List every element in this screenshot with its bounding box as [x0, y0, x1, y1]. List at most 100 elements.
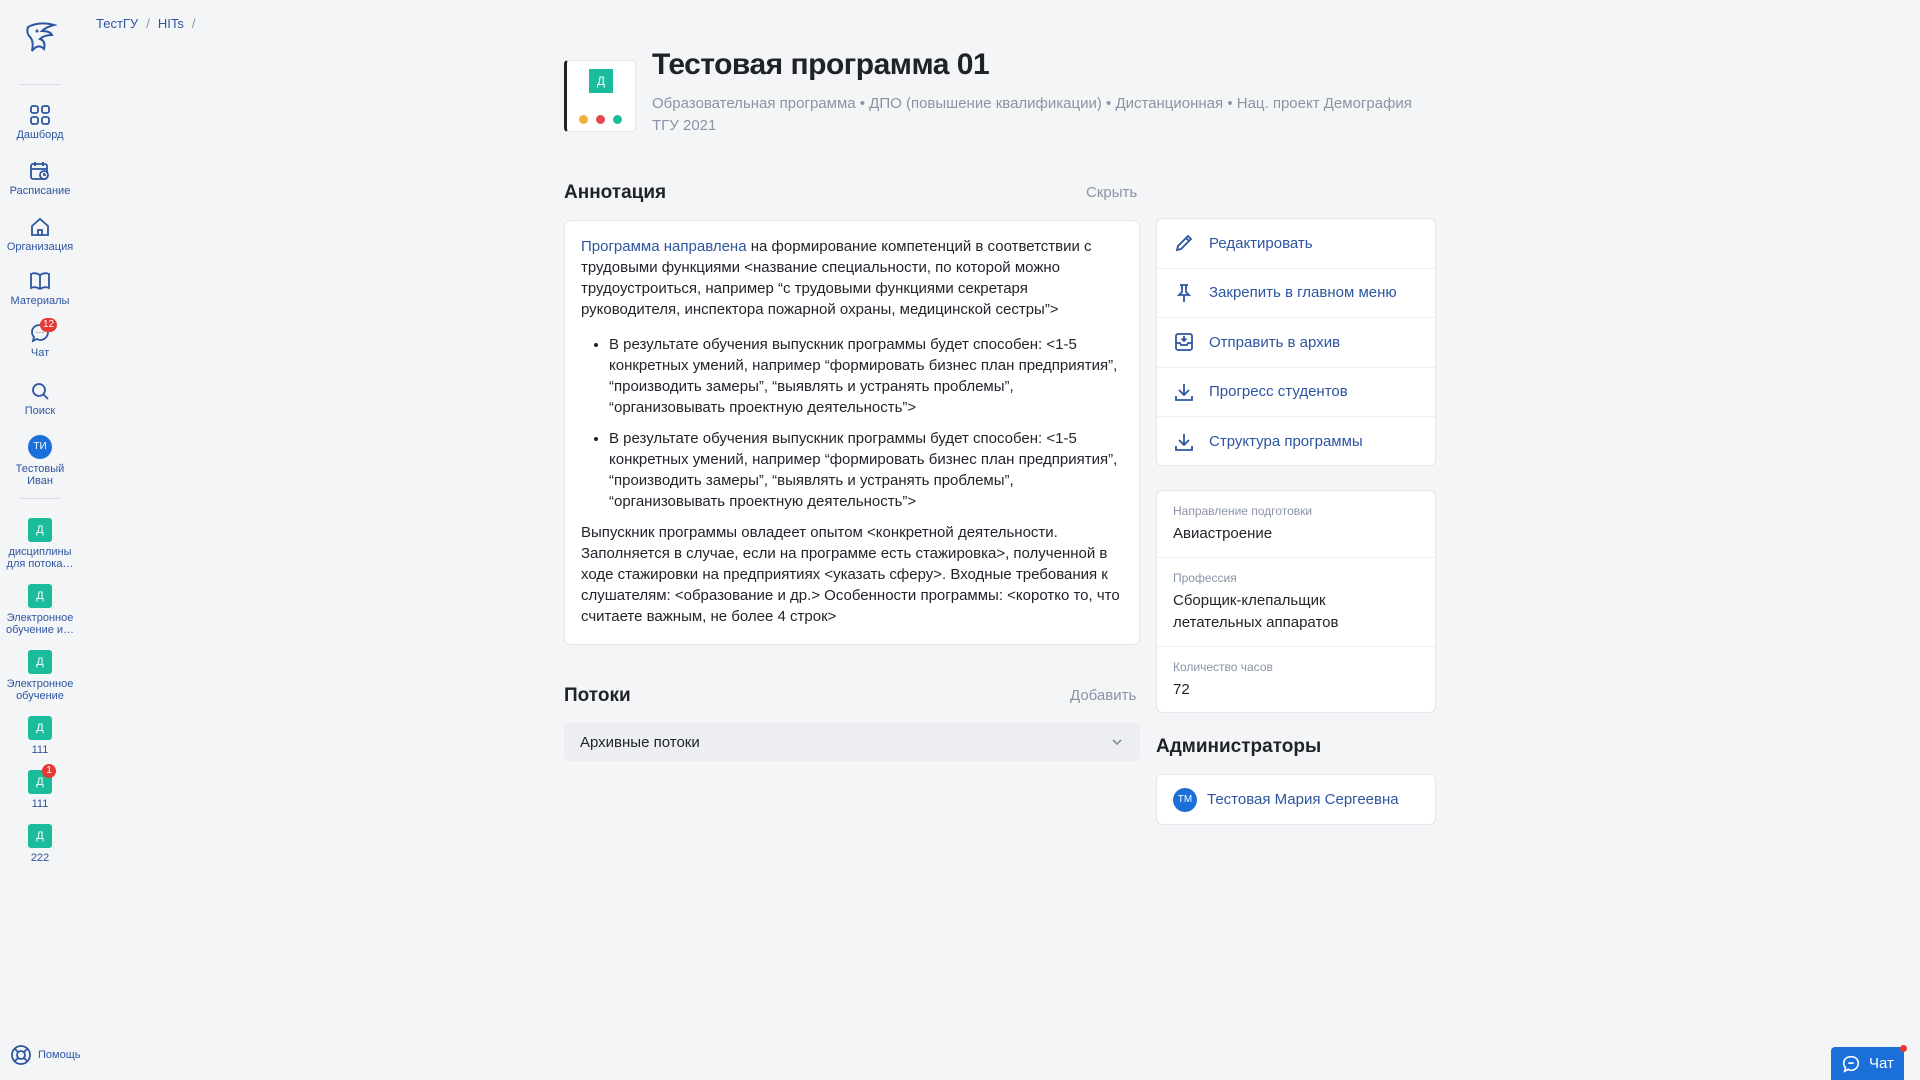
grid-icon	[30, 105, 50, 125]
page-title: Тестовая программа 01	[652, 48, 990, 81]
nav-schedule[interactable]: Расписание	[0, 160, 80, 197]
admins-heading: Администраторы	[1156, 736, 1322, 757]
program-icon: Д	[28, 716, 52, 740]
nav-label: Расписание	[9, 185, 71, 197]
calendar-icon	[30, 162, 49, 180]
list-item: В результате обучения выпускник программ…	[609, 428, 1123, 512]
program-label: Электронное обучение и…	[5, 612, 75, 636]
profession-field: Профессия Сборщик-клепальщик летательных…	[1157, 558, 1435, 647]
chat-count-badge: 12	[40, 318, 58, 332]
program-label: 222	[30, 852, 50, 864]
annotation-outro: Выпускник программы овладеет опытом <кон…	[581, 524, 1120, 625]
nav-label: Организация	[6, 241, 74, 253]
breadcrumb-separator: /	[191, 16, 196, 31]
chat-notification-dot	[1900, 1045, 1907, 1052]
nav-label: Материалы	[10, 295, 70, 307]
annotation-list: В результате обучения выпускник программ…	[609, 334, 1123, 512]
program-icon: Д	[28, 824, 52, 848]
breadcrumb: ТестГУ / HITs /	[96, 16, 195, 31]
hours-field: Количество часов 72	[1157, 647, 1435, 713]
help-label: Помощь	[38, 1049, 81, 1061]
nav-user-profile[interactable]: ТИ Тестовый Иван	[0, 435, 80, 487]
avatar: ТМ	[1173, 787, 1197, 812]
lifebuoy-icon	[11, 1045, 31, 1065]
nav-label: Поиск	[24, 405, 56, 417]
add-stream-button[interactable]: Добавить	[1070, 687, 1136, 704]
action-label: Редактировать	[1209, 234, 1313, 252]
hide-annotation-button[interactable]: Скрыть	[1086, 184, 1137, 201]
breadcrumb-item[interactable]: HITs	[158, 16, 184, 31]
action-label: Отправить в архив	[1209, 333, 1341, 351]
pin-icon	[1176, 283, 1192, 302]
admin-item[interactable]: ТМ Тестовая Мария Сергеевна	[1156, 774, 1436, 825]
admin-name: Тестовая Мария Сергеевна	[1207, 791, 1399, 808]
pencil-icon	[1175, 234, 1193, 252]
profession-value: Сборщик-клепальщик летательных аппаратов	[1173, 592, 1339, 631]
archived-streams-label: Архивные потоки	[580, 733, 700, 751]
chat-button-label: Чат	[1869, 1055, 1894, 1072]
program-icon: Д	[28, 584, 52, 608]
breadcrumb-separator: /	[146, 16, 150, 31]
program-structure-button[interactable]: Структура программы	[1157, 417, 1435, 467]
annotation-intro: Программа направлена на формирование ком…	[581, 236, 1123, 320]
nav-organization[interactable]: Организация	[0, 216, 80, 253]
sidebar-program-item[interactable]: Д 1 111	[0, 764, 80, 810]
sidebar: Дашборд Расписание Организация Материалы…	[0, 0, 81, 1080]
list-item: В результате обучения выпускник программ…	[609, 334, 1123, 418]
home-icon	[31, 217, 49, 236]
program-info-card: Направление подготовки Авиастроение Проф…	[1156, 490, 1436, 713]
archived-streams-toggle[interactable]: Архивные потоки	[564, 723, 1140, 761]
program-count-badge: 1	[42, 764, 56, 778]
sidebar-program-item[interactable]: Д Электронное обучение	[0, 650, 80, 702]
action-label: Закрепить в главном меню	[1209, 284, 1397, 302]
sidebar-divider	[20, 84, 60, 85]
search-icon	[32, 383, 49, 400]
annotation-card: Программа направлена на формирование ком…	[564, 220, 1140, 645]
hours-label: Количество часов	[1173, 660, 1273, 674]
program-cover-image: Д	[564, 60, 636, 132]
nav-dashboard[interactable]: Дашборд	[0, 104, 80, 141]
action-label: Структура программы	[1209, 433, 1363, 451]
program-label: дисциплины для потока…	[6, 546, 74, 570]
student-progress-button[interactable]: Прогресс студентов	[1157, 368, 1435, 417]
archive-button[interactable]: Отправить в архив	[1157, 318, 1435, 368]
sidebar-program-item[interactable]: Д 111	[0, 716, 80, 756]
chevron-down-icon	[1112, 739, 1122, 746]
download-icon	[1175, 383, 1193, 401]
program-icon: Д	[28, 518, 52, 542]
nav-chat[interactable]: 12 Чат	[0, 318, 80, 359]
download-icon	[1175, 433, 1193, 451]
breadcrumb-item[interactable]: ТестГУ	[96, 16, 138, 31]
nav-materials[interactable]: Материалы	[0, 270, 80, 307]
nav-label: Дашборд	[16, 129, 64, 141]
sidebar-program-item[interactable]: Д дисциплины для потока…	[0, 518, 80, 570]
program-cover-letter: Д	[589, 69, 613, 93]
direction-label: Направление подготовки	[1173, 504, 1313, 518]
annotation-intro-link[interactable]: Программа направлена	[581, 238, 747, 255]
pin-to-menu-button[interactable]: Закрепить в главном меню	[1157, 269, 1435, 318]
nav-search[interactable]: Поиск	[0, 380, 80, 417]
hours-value: 72	[1173, 681, 1190, 698]
chat-bubble-icon	[1842, 1055, 1860, 1073]
annotation-heading: Аннотация	[564, 182, 667, 203]
sidebar-program-item[interactable]: Д 222	[0, 824, 80, 864]
actions-card: Редактировать Закрепить в главном меню О…	[1156, 218, 1436, 466]
sidebar-divider	[20, 498, 60, 499]
chat-widget-button[interactable]: Чат	[1831, 1047, 1904, 1080]
profession-label: Профессия	[1173, 571, 1237, 585]
logo-icon[interactable]	[20, 17, 60, 57]
avatar: ТИ	[28, 435, 52, 459]
direction-value: Авиастроение	[1173, 525, 1273, 542]
program-label: 111	[31, 744, 49, 756]
user-name-label: Тестовый Иван	[15, 463, 65, 487]
archive-icon	[1175, 333, 1193, 352]
program-label: Электронное обучение	[6, 678, 74, 702]
book-icon	[30, 272, 50, 291]
help-link[interactable]: Помощь	[10, 1044, 81, 1066]
edit-button[interactable]: Редактировать	[1157, 219, 1435, 269]
nav-label: Чат	[30, 347, 50, 359]
program-icon: Д	[28, 650, 52, 674]
action-label: Прогресс студентов	[1209, 383, 1348, 401]
sidebar-program-item[interactable]: Д Электронное обучение и…	[0, 584, 80, 636]
direction-field: Направление подготовки Авиастроение	[1157, 491, 1435, 558]
